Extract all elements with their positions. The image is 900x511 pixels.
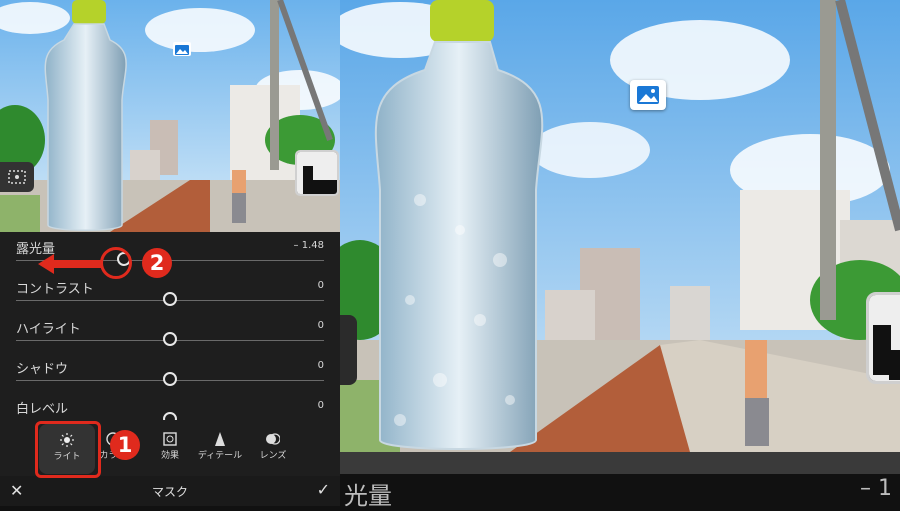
- effects-icon: [163, 432, 177, 446]
- mask-overlay-toggle-icon[interactable]: [0, 162, 34, 192]
- photo-preview: [0, 0, 340, 232]
- slider-label: シャドウ: [16, 362, 69, 377]
- slider-value: 0: [317, 360, 324, 371]
- tab-label: レンズ: [259, 451, 287, 461]
- enlarged-slider-bar: 光量 – 1: [340, 452, 900, 510]
- enlarged-slider-value: – 1: [860, 476, 892, 501]
- slider-label: 白レベル: [16, 402, 69, 417]
- highlight-box-light-tab: [35, 421, 101, 478]
- slider-value: 0: [317, 320, 324, 331]
- slider-label: コントラスト: [16, 282, 94, 297]
- slider-value: – 1.48: [293, 240, 324, 251]
- enlarged-photo-preview: [340, 0, 900, 452]
- tab-label: ディテール: [197, 451, 243, 461]
- panel-drag-handle[interactable]: [340, 315, 357, 385]
- slider-knob[interactable]: [163, 332, 177, 346]
- mask-thumbnail-right[interactable]: [866, 292, 900, 384]
- slider-shadows: シャドウ 0: [0, 358, 340, 398]
- slider-knob[interactable]: [163, 372, 177, 386]
- image-mask-pin-icon[interactable]: [630, 80, 666, 110]
- toolbar-stripe: [340, 452, 900, 474]
- lens-icon: [266, 433, 280, 445]
- tab-detail[interactable]: ディテール: [190, 420, 250, 470]
- slider-contrast: コントラスト 0: [0, 278, 340, 318]
- slider-value: 0: [317, 280, 324, 291]
- step-badge-1: 1: [110, 430, 140, 460]
- slider-highlights: ハイライト 0: [0, 318, 340, 358]
- mask-title: マスク: [151, 485, 188, 499]
- left-arrow-icon: [38, 254, 102, 274]
- highlight-circle-exposure-knob: [100, 247, 132, 279]
- slider-knob[interactable]: [163, 292, 177, 306]
- image-mask-pin-icon-small[interactable]: [173, 42, 191, 56]
- detail-icon: [215, 432, 225, 446]
- mask-bottom-bar: ✕ マスク ✓: [0, 476, 340, 506]
- mask-thumbnail[interactable]: [295, 150, 339, 196]
- slider-value: 0: [317, 400, 324, 411]
- step-badge-2: 2: [142, 248, 172, 278]
- confirm-check-icon[interactable]: ✓: [317, 480, 330, 499]
- slider-label: ハイライト: [16, 322, 81, 337]
- tab-lens[interactable]: レンズ: [243, 420, 303, 470]
